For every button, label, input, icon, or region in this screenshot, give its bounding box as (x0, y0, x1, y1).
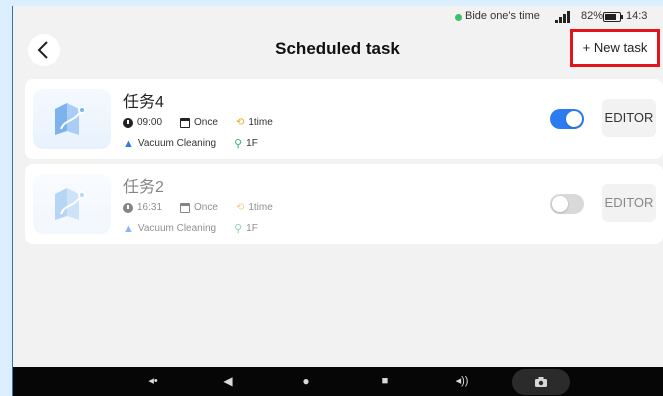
editor-button[interactable]: EDITOR (602, 99, 656, 137)
page-title: Scheduled task (275, 39, 400, 58)
status-bar: Bide one's time 82% 14:3 (12, 6, 663, 28)
toggle-knob (552, 196, 568, 212)
vacuum-icon: ▲ (123, 222, 134, 235)
repeat-icon: ⟲ (235, 201, 245, 213)
battery-icon (603, 12, 623, 22)
toggle-knob (566, 111, 582, 127)
screenshot-button[interactable] (512, 369, 570, 395)
task-enable-toggle[interactable] (550, 194, 584, 214)
task-mode-row: ▲ Vacuum Cleaning ⚲ 1F (123, 138, 258, 149)
nav-back-icon[interactable]: ◀ (218, 367, 238, 396)
task-time: 16:31 (137, 202, 163, 213)
task-floor: 1F (246, 223, 258, 234)
task-mode: Vacuum Cleaning (137, 223, 217, 234)
clock-icon (123, 202, 133, 213)
task-name: 任务4 (123, 94, 164, 111)
task-mode-row: ▲ Vacuum Cleaning ⚲ 1F (123, 223, 258, 234)
status-activity-text: Bide one's time (465, 10, 540, 22)
calendar-icon (180, 117, 191, 128)
task-floor: 1F (246, 138, 258, 149)
task-repeat-count: 1time (248, 117, 273, 128)
task-frequency: Once (194, 117, 218, 128)
clock-time: 14:3 (626, 10, 648, 22)
task-card[interactable]: 任务2 16:31 Once ⟲ 1time ▲ Vacuum Cleaning… (25, 164, 663, 244)
task-enable-toggle[interactable] (550, 109, 584, 129)
task-time: 09:00 (137, 117, 163, 128)
volume-up-icon[interactable]: ◂)) (452, 367, 472, 396)
signal-icon (555, 11, 573, 23)
nav-recents-icon[interactable]: ■ (375, 367, 395, 396)
editor-button[interactable]: EDITOR (602, 184, 656, 222)
battery-percent: 82% (581, 10, 604, 22)
task-schedule-row: 09:00 Once ⟲ 1time (123, 117, 273, 128)
task-thumbnail (33, 174, 111, 234)
device-frame-left (0, 0, 12, 396)
clock-icon (123, 117, 133, 128)
floor-icon: ⚲ (234, 222, 243, 235)
task-thumbnail (33, 89, 111, 149)
map-icon (55, 103, 86, 135)
task-name: 任务2 (123, 179, 164, 196)
calendar-icon (180, 202, 191, 213)
floor-icon: ⚲ (234, 137, 243, 150)
map-icon (55, 188, 86, 220)
repeat-icon: ⟲ (235, 116, 245, 128)
task-mode: Vacuum Cleaning (137, 138, 217, 149)
new-task-button[interactable]: + New task (570, 29, 660, 67)
system-nav-bar: ◂• ◀ ● ■ ◂)) (12, 367, 663, 396)
task-card[interactable]: 任务4 09:00 Once ⟲ 1time ▲ Vacuum Cleaning… (25, 79, 663, 159)
device-frame-edge (12, 6, 13, 396)
nav-home-icon[interactable]: ● (296, 367, 316, 396)
vacuum-icon: ▲ (123, 137, 134, 150)
status-dot-icon (455, 14, 462, 21)
app-screen: Bide one's time 82% 14:3 Scheduled task … (12, 6, 663, 396)
task-frequency: Once (194, 202, 218, 213)
task-repeat-count: 1time (248, 202, 273, 213)
camera-icon (535, 377, 547, 387)
volume-down-icon[interactable]: ◂• (143, 367, 163, 396)
task-schedule-row: 16:31 Once ⟲ 1time (123, 202, 273, 213)
